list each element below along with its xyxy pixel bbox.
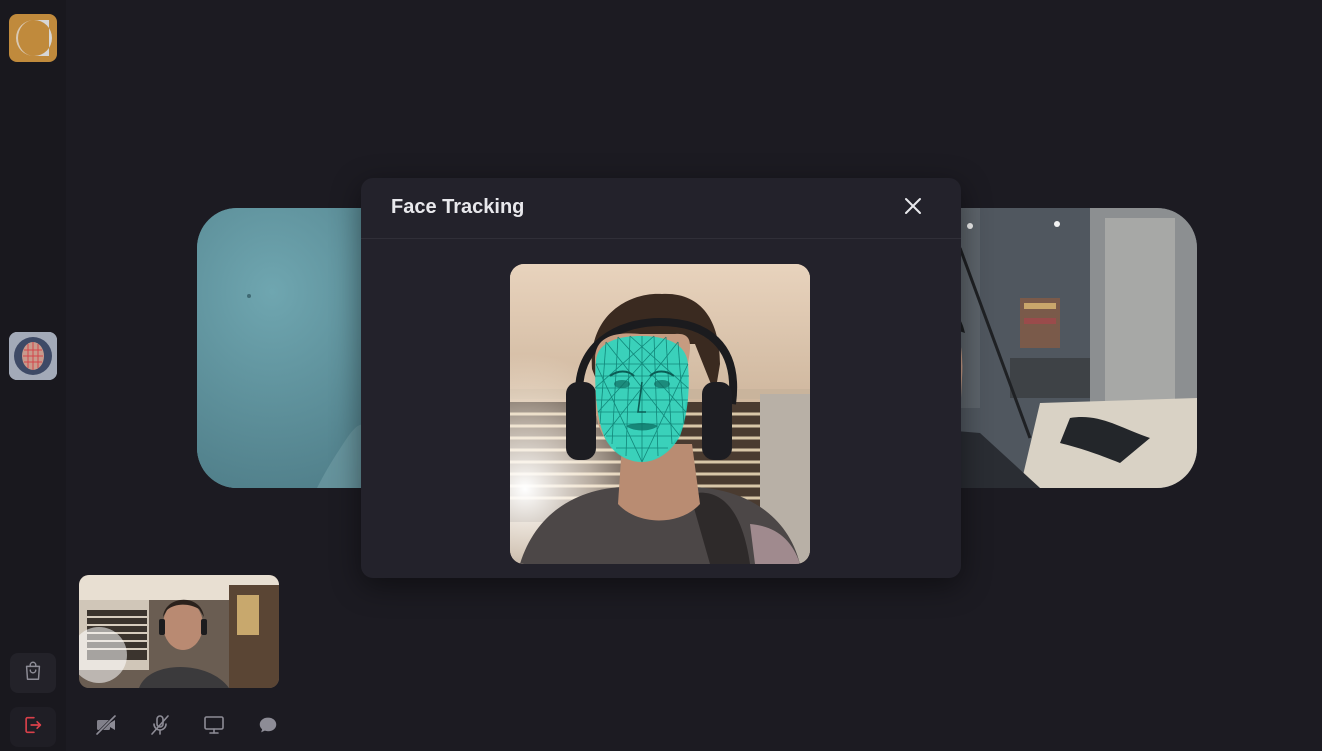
face-tracking-app-icon[interactable] bbox=[9, 332, 57, 380]
app-logo-icon[interactable] bbox=[9, 14, 57, 62]
close-button[interactable] bbox=[899, 194, 927, 222]
leave-call-button[interactable] bbox=[10, 707, 56, 747]
chat-button[interactable] bbox=[252, 711, 284, 743]
camera-off-icon bbox=[94, 713, 118, 742]
shop-button[interactable] bbox=[10, 653, 56, 693]
toggle-microphone-button[interactable] bbox=[144, 711, 176, 743]
left-sidebar bbox=[0, 0, 66, 751]
chat-icon bbox=[257, 714, 279, 741]
toggle-camera-button[interactable] bbox=[90, 711, 122, 743]
face-tracking-camera-feed bbox=[510, 264, 810, 564]
microphone-off-icon bbox=[148, 713, 172, 742]
dialog-header: Face Tracking bbox=[361, 178, 961, 239]
dialog-title: Face Tracking bbox=[391, 196, 525, 218]
video-call-app: Face Tracking bbox=[0, 0, 1322, 751]
close-icon bbox=[903, 196, 923, 221]
shopping-bag-icon bbox=[22, 660, 44, 687]
screen-share-button[interactable] bbox=[198, 711, 230, 743]
face-tracking-dialog: Face Tracking bbox=[361, 178, 961, 578]
participant-video-tile[interactable] bbox=[920, 208, 1197, 488]
leave-call-icon bbox=[22, 714, 44, 741]
self-video-preview[interactable] bbox=[79, 575, 279, 688]
screen-share-icon bbox=[202, 713, 226, 742]
